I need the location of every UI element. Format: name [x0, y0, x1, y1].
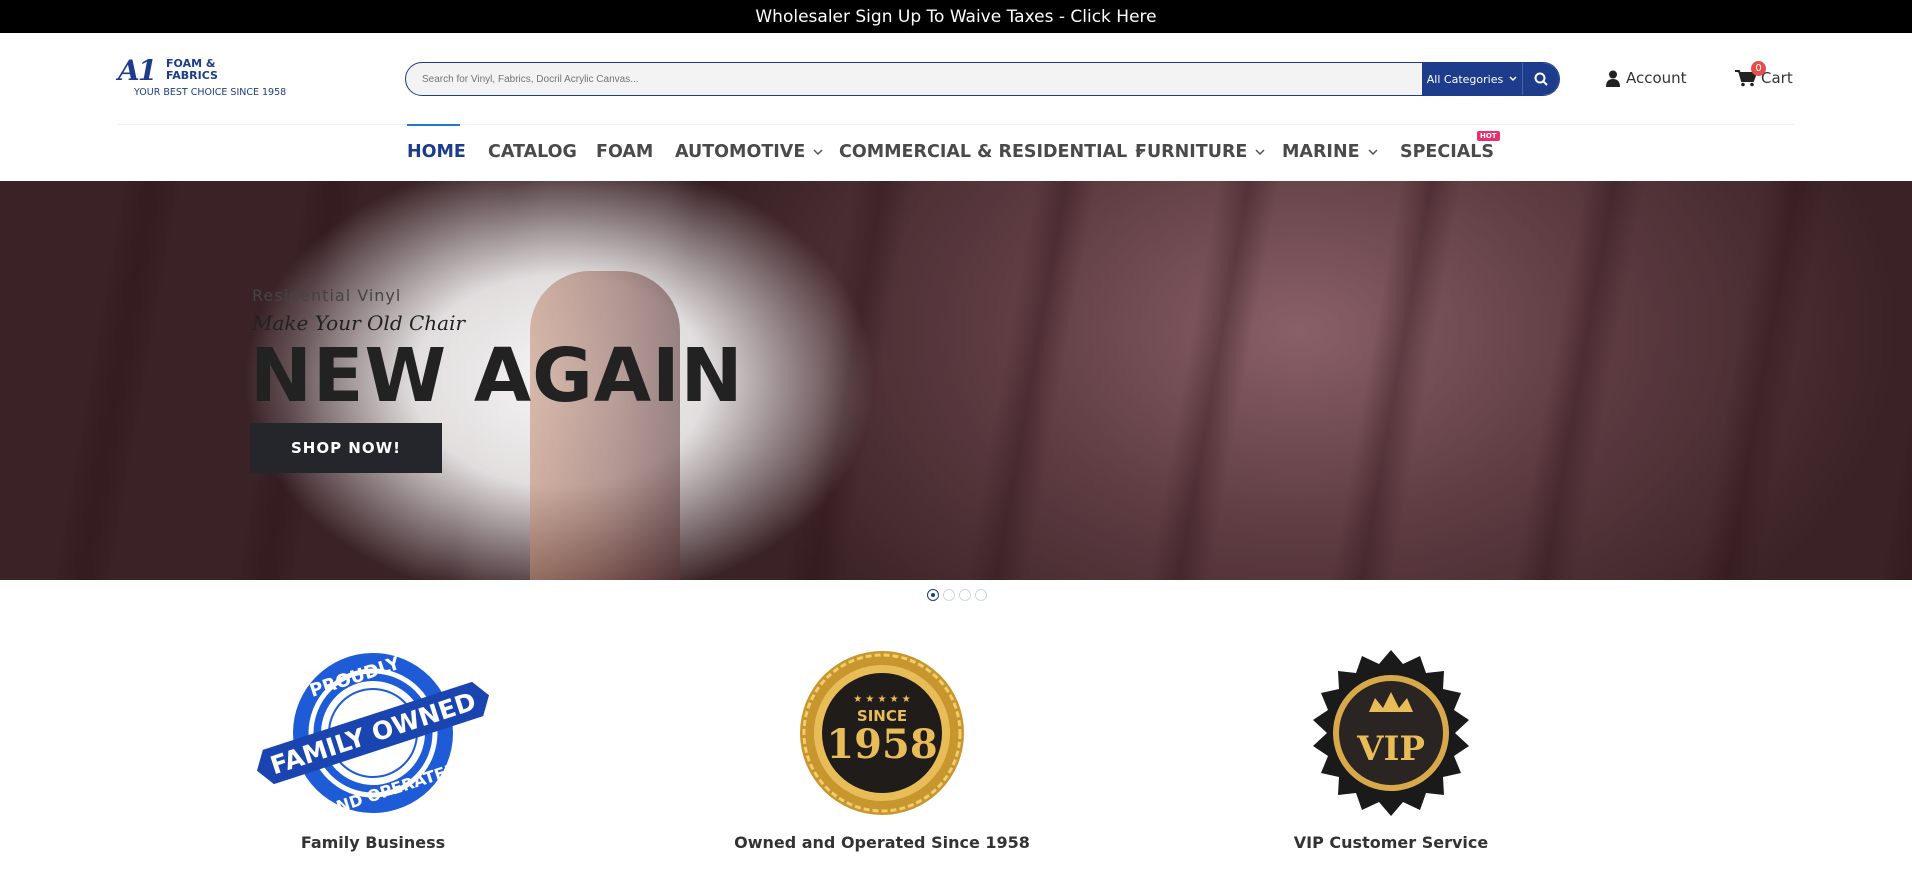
nav-item-home[interactable]: HOME — [407, 142, 466, 162]
hero-slider[interactable]: Residential Vinyl Make Your Old Chair NE… — [0, 181, 1912, 580]
shop-now-button[interactable]: SHOP NOW! — [250, 423, 442, 473]
category-select[interactable]: All Categories — [1422, 63, 1522, 95]
nav-item-furniture[interactable]: FURNITURE — [1135, 142, 1265, 162]
svg-text:1958: 1958 — [826, 721, 937, 768]
main-navigation: HOME CATALOG FOAM AUTOMOTIVE COMMERCIAL … — [0, 124, 1912, 181]
hero-subtitle: Residential Vinyl — [252, 286, 402, 305]
search-bar: All Categories — [405, 62, 1560, 96]
family-owned-badge-icon: FAMILY OWNED PROUDLY AND OPERATED — [256, 653, 490, 820]
logo-tagline: YOUR BEST CHOICE SINCE 1958 — [134, 87, 287, 98]
cart-label: Cart — [1761, 69, 1793, 87]
cart-count-badge: 0 — [1751, 61, 1766, 76]
user-icon — [1606, 70, 1620, 87]
hero-headline: NEW AGAIN — [250, 333, 744, 419]
feature-caption: VIP Customer Service — [1293, 833, 1489, 852]
since-1958-seal-icon: SINCE 1958 ★ ★ ★ ★ ★ — [800, 651, 964, 815]
vip-crown-seal-icon: VIP — [1313, 650, 1469, 816]
search-icon — [1534, 72, 1548, 86]
feature-caption: Family Business — [300, 833, 446, 852]
active-nav-indicator — [407, 124, 460, 126]
slider-dot-1[interactable] — [927, 589, 939, 601]
nav-item-commercial-residential[interactable]: COMMERCIAL & RESIDENTIAL — [839, 142, 1145, 162]
svg-text:VIP: VIP — [1356, 729, 1425, 769]
account-link[interactable]: Account — [1606, 69, 1687, 87]
top-announcement-bar[interactable]: Wholesaler Sign Up To Waive Taxes - Clic… — [0, 0, 1912, 33]
wholesaler-signup-link[interactable]: Wholesaler Sign Up To Waive Taxes - Clic… — [755, 7, 1156, 27]
logo-mark: A1 — [118, 54, 157, 87]
chevron-down-icon — [813, 149, 823, 155]
site-header: A1 FOAM & FABRICS YOUR BEST CHOICE SINCE… — [0, 33, 1912, 125]
nav-item-automotive[interactable]: AUTOMOTIVE — [675, 142, 823, 162]
nav-item-marine[interactable]: MARINE — [1282, 142, 1378, 162]
nav-item-catalog[interactable]: CATALOG — [488, 142, 577, 162]
hero-background-image — [530, 271, 680, 580]
account-label: Account — [1626, 69, 1687, 87]
cart-link[interactable]: 0 Cart — [1735, 61, 1793, 87]
hero-script-text: Make Your Old Chair — [252, 311, 466, 335]
nav-item-specials[interactable]: SPECIALS — [1400, 142, 1494, 162]
slider-dot-4[interactable] — [975, 589, 987, 601]
hot-badge: HOT — [1477, 131, 1500, 141]
chevron-down-icon — [1368, 149, 1378, 155]
slider-pagination — [927, 589, 987, 601]
search-button[interactable] — [1522, 63, 1559, 95]
nav-item-foam[interactable]: FOAM — [596, 142, 653, 162]
logo-name: FOAM & FABRICS — [166, 57, 218, 82]
slider-dot-2[interactable] — [943, 589, 955, 601]
site-logo[interactable]: A1 FOAM & FABRICS YOUR BEST CHOICE SINCE… — [118, 54, 298, 102]
chevron-down-icon — [1255, 149, 1265, 155]
slider-dot-3[interactable] — [959, 589, 971, 601]
feature-caption: Owned and Operated Since 1958 — [734, 833, 1030, 852]
svg-text:★ ★ ★ ★ ★: ★ ★ ★ ★ ★ — [853, 694, 911, 705]
chevron-down-icon — [1509, 76, 1517, 82]
search-input[interactable] — [406, 63, 1422, 95]
